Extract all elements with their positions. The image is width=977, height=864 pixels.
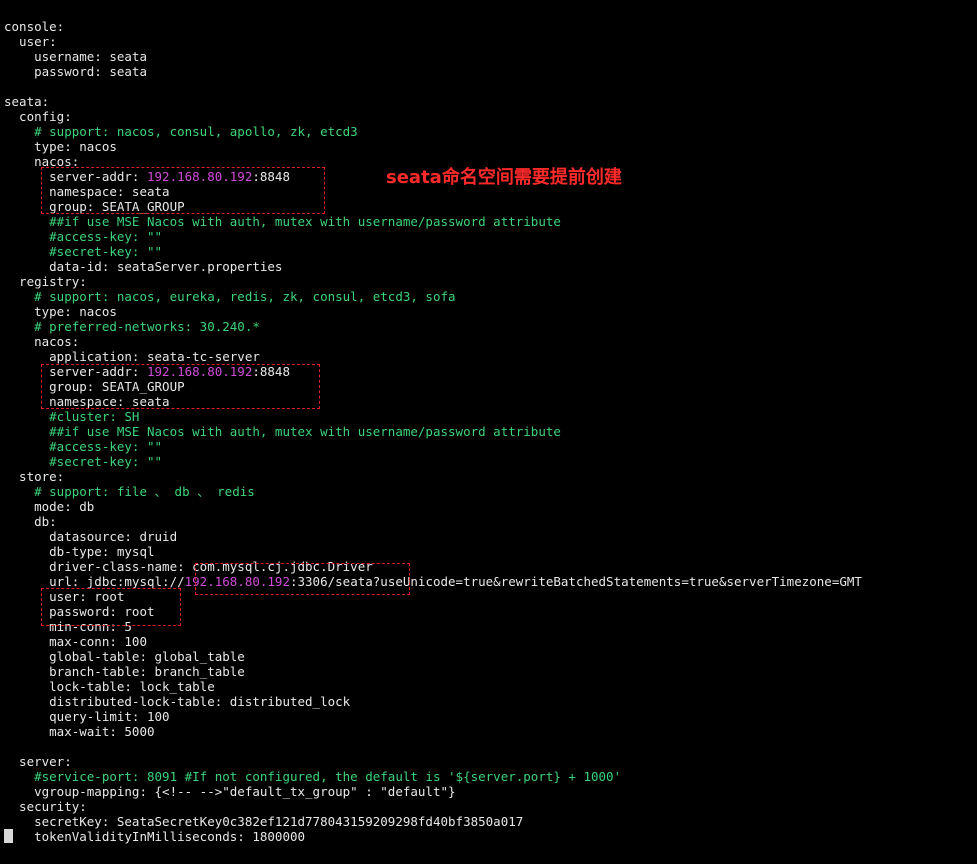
code-line: # support: nacos, consul, apollo, zk, et…	[4, 124, 358, 139]
code-line: secretKey: SeataSecretKey0c382ef121d7780…	[4, 814, 523, 829]
code-line: tokenValidityInMilliseconds: 1800000	[4, 829, 305, 844]
code-line: max-conn: 100	[4, 634, 147, 649]
code-text: branch-table: branch_table	[4, 664, 245, 679]
code-line: user:	[4, 34, 57, 49]
code-line: db-type: mysql	[4, 544, 155, 559]
code-text: db-type: mysql	[4, 544, 155, 559]
code-comment: # support: nacos, consul, apollo, zk, et…	[4, 124, 358, 139]
code-line: password: seata	[4, 64, 147, 79]
code-text: max-wait: 5000	[4, 724, 155, 739]
terminal-window[interactable]: console: user: username: seata password:…	[0, 0, 977, 864]
code-line: username: seata	[4, 49, 147, 64]
code-text: query-limit: 100	[4, 709, 170, 724]
code-text: password: seata	[4, 64, 147, 79]
code-line: type: nacos	[4, 139, 117, 154]
code-text: console:	[4, 19, 65, 34]
highlight-box-db-url-ip	[195, 563, 410, 595]
code-comment: #service-port: 8091 #If not configured, …	[4, 769, 622, 784]
code-text: user:	[4, 34, 57, 49]
code-comment: #access-key: ""	[4, 439, 163, 454]
code-line: distributed-lock-table: distributed_lock	[4, 694, 350, 709]
code-comment: #secret-key: ""	[4, 454, 163, 469]
code-line: db:	[4, 514, 57, 529]
code-text: datasource: druid	[4, 529, 178, 544]
code-line: config:	[4, 109, 72, 124]
code-text: max-conn: 100	[4, 634, 147, 649]
annotation-note: seata命名空间需要提前创建	[386, 167, 622, 188]
code-line: console:	[4, 19, 64, 34]
code-line: server:	[4, 754, 72, 769]
code-text: secretKey: SeataSecretKey0c382ef121d7780…	[4, 814, 524, 829]
code-line: #cluster: SH	[4, 409, 139, 424]
code-line: application: seata-tc-server	[4, 349, 260, 364]
code-text: seata:	[4, 94, 50, 109]
code-text: server:	[4, 754, 72, 769]
code-line: security:	[4, 799, 87, 814]
code-text: data-id: seataServer.properties	[4, 259, 283, 274]
code-text: db:	[4, 514, 57, 529]
code-comment: ##if use MSE Nacos with auth, mutex with…	[4, 214, 561, 229]
code-text: type: nacos	[4, 304, 117, 319]
code-text: config:	[4, 109, 72, 124]
code-line: # support: nacos, eureka, redis, zk, con…	[4, 289, 456, 304]
highlight-box-registry-nacos	[41, 364, 320, 409]
code-text: type: nacos	[4, 139, 117, 154]
code-text: tokenValidityInMilliseconds: 1800000	[4, 829, 306, 844]
code-line: #secret-key: ""	[4, 244, 162, 259]
code-text: lock-table: lock_table	[4, 679, 215, 694]
code-comment: #cluster: SH	[4, 409, 140, 424]
highlight-box-db-credentials	[41, 588, 181, 626]
code-line: # preferred-networks: 30.240.*	[4, 319, 260, 334]
code-line: branch-table: branch_table	[4, 664, 245, 679]
code-comment: ##if use MSE Nacos with auth, mutex with…	[4, 424, 561, 439]
code-comment: # support: nacos, eureka, redis, zk, con…	[4, 289, 456, 304]
code-text: security:	[4, 799, 87, 814]
code-line: mode: db	[4, 499, 94, 514]
code-text: username: seata	[4, 49, 147, 64]
code-line: type: nacos	[4, 304, 117, 319]
code-text: mode: db	[4, 499, 95, 514]
code-line: ##if use MSE Nacos with auth, mutex with…	[4, 424, 561, 439]
code-text: application: seata-tc-server	[4, 349, 260, 364]
code-text: distributed-lock-table: distributed_lock	[4, 694, 351, 709]
code-line: query-limit: 100	[4, 709, 170, 724]
code-text: url: jdbc:mysql://	[4, 574, 185, 589]
code-line: #access-key: ""	[4, 439, 162, 454]
code-line: vgroup-mapping: {<!-- -->"default_tx_gro…	[4, 784, 456, 799]
code-line: nacos:	[4, 334, 79, 349]
code-comment: #access-key: ""	[4, 229, 163, 244]
terminal-cursor	[4, 829, 13, 843]
code-text: registry:	[4, 274, 87, 289]
code-line: url: jdbc:mysql://192.168.80.192:3306/se…	[4, 574, 862, 589]
code-line: ##if use MSE Nacos with auth, mutex with…	[4, 214, 561, 229]
code-text: nacos:	[4, 334, 80, 349]
code-text: global-table: global_table	[4, 649, 245, 664]
code-line: # support: file 、 db 、 redis	[4, 484, 255, 499]
code-comment: # support: file 、 db 、 redis	[4, 484, 255, 499]
code-comment: # preferred-networks: 30.240.*	[4, 319, 260, 334]
code-line: global-table: global_table	[4, 649, 245, 664]
code-comment: #secret-key: ""	[4, 244, 163, 259]
code-line: store:	[4, 469, 64, 484]
code-line: data-id: seataServer.properties	[4, 259, 282, 274]
highlight-box-config-nacos	[41, 167, 325, 214]
code-line: #service-port: 8091 #If not configured, …	[4, 769, 621, 784]
code-line: lock-table: lock_table	[4, 679, 215, 694]
code-text: store:	[4, 469, 65, 484]
code-line: datasource: druid	[4, 529, 177, 544]
code-line: #secret-key: ""	[4, 454, 162, 469]
code-line: registry:	[4, 274, 87, 289]
code-line: #access-key: ""	[4, 229, 162, 244]
code-line: max-wait: 5000	[4, 724, 155, 739]
code-text: vgroup-mapping: {<!-- -->"default_tx_gro…	[4, 784, 456, 799]
code-line: seata:	[4, 94, 49, 109]
